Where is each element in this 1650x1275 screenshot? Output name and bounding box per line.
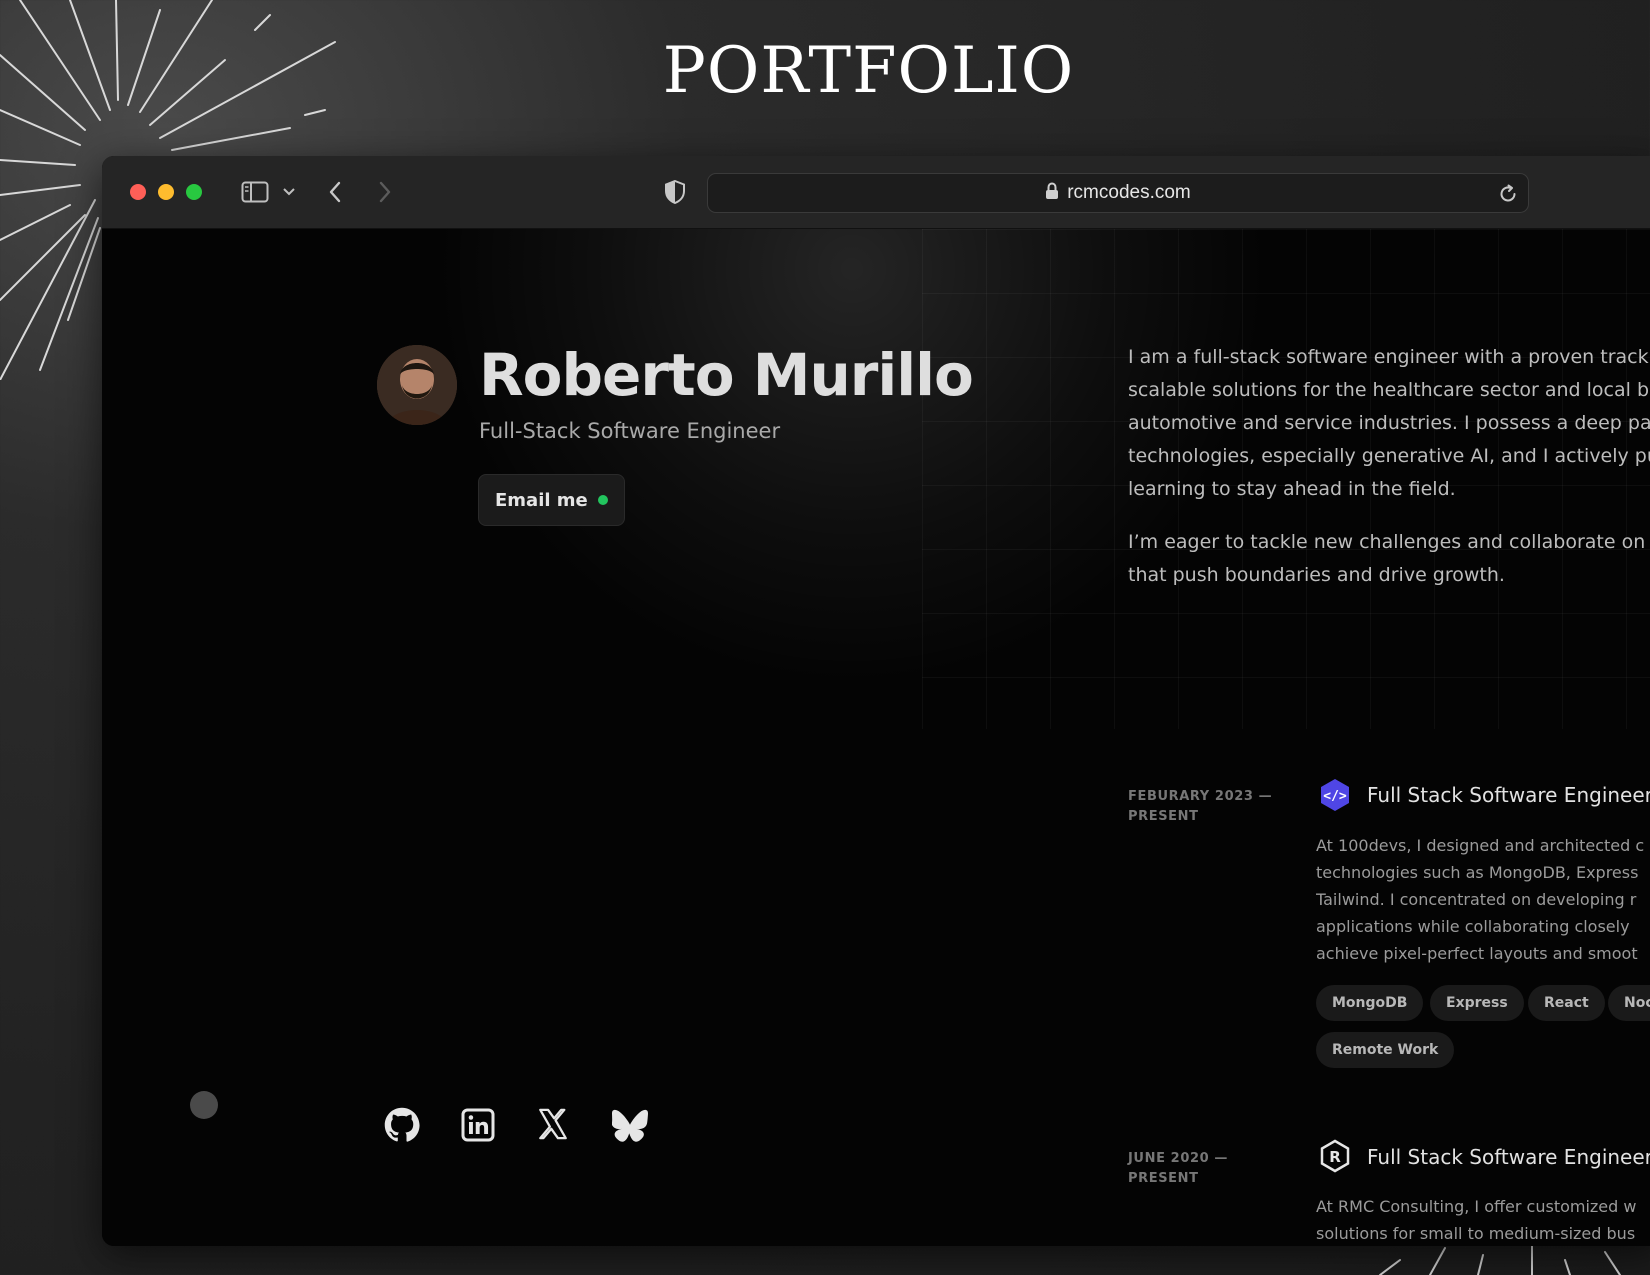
experience-date-end: PRESENT [1128, 1171, 1199, 1186]
r-hexagon-icon: R [1318, 1139, 1352, 1173]
experience-date: FEBURARY 2023 — PRESENT [1128, 787, 1272, 827]
profile-role: Full-Stack Software Engineer [479, 419, 781, 443]
avatar [377, 345, 457, 425]
experience-title[interactable]: Full Stack Software Engineer [1367, 783, 1650, 807]
sidebar-icon[interactable] [240, 178, 270, 206]
reload-icon[interactable] [1496, 182, 1520, 206]
tech-tag: Express [1430, 985, 1524, 1021]
poster-title: PORTFOLIO [662, 34, 1075, 108]
about-section: I am a full-stack software engineer with… [1128, 341, 1650, 612]
about-line: that push boundaries and drive growth. [1128, 564, 1505, 586]
linkedin-icon[interactable] [460, 1107, 496, 1143]
experience-date: JUNE 2020 — PRESENT [1128, 1149, 1228, 1189]
description-line: achieve pixel-perfect layouts and smoot [1316, 944, 1638, 963]
about-line: I’m eager to tackle new challenges and c… [1128, 531, 1650, 553]
about-paragraph: I’m eager to tackle new challenges and c… [1128, 526, 1650, 592]
tech-tag: MongoDB [1316, 985, 1424, 1021]
tech-tag: Remote Work [1316, 1032, 1455, 1068]
page-content: Roberto Murillo Full-Stack Software Engi… [102, 229, 1650, 1246]
about-line: automotive and service industries. I pos… [1128, 412, 1650, 434]
email-me-button[interactable]: Email me [478, 474, 625, 526]
browser-window: rcmcodes.com Roberto Murillo Full-Stack … [102, 156, 1650, 1246]
tech-tag: Noc [1608, 985, 1650, 1021]
description-line: Tailwind. I concentrated on developing r [1316, 890, 1637, 909]
shield-icon[interactable] [662, 178, 688, 206]
chevron-down-icon[interactable] [280, 178, 298, 206]
description-line: At RMC Consulting, I offer customized w [1316, 1197, 1637, 1216]
back-arrow-icon[interactable] [324, 178, 346, 206]
experience-description: At 100devs, I designed and architected c… [1316, 832, 1650, 967]
address-bar[interactable]: rcmcodes.com [707, 173, 1529, 213]
forward-arrow-icon[interactable] [374, 178, 396, 206]
description-line: technologies such as MongoDB, Express [1316, 863, 1639, 882]
about-line: technologies, especially generative AI, … [1128, 445, 1650, 467]
minimize-window-button[interactable] [158, 184, 174, 200]
svg-text:R: R [1329, 1148, 1341, 1166]
code-icon: </> [1318, 778, 1352, 812]
email-me-label: Email me [495, 489, 588, 511]
experience-date-start: JUNE 2020 — [1128, 1151, 1228, 1166]
availability-status-dot [597, 495, 608, 505]
cursor-indicator [190, 1091, 218, 1119]
browser-toolbar: rcmcodes.com [102, 156, 1650, 229]
about-line: scalable solutions for the healthcare se… [1128, 379, 1650, 401]
experience-date-end: PRESENT [1128, 809, 1199, 824]
url-text: rcmcodes.com [1067, 182, 1191, 203]
x-icon[interactable] [536, 1107, 572, 1143]
svg-text:</>: </> [1323, 789, 1347, 804]
description-line: At 100devs, I designed and architected c [1316, 836, 1645, 855]
tech-tag: React [1528, 985, 1605, 1021]
about-paragraph: I am a full-stack software engineer with… [1128, 341, 1650, 506]
about-line: learning to stay ahead in the field. [1128, 478, 1456, 500]
description-line: solutions for small to medium-sized bus [1316, 1224, 1636, 1243]
experience-date-start: FEBURARY 2023 — [1128, 789, 1273, 804]
github-icon[interactable] [384, 1107, 420, 1143]
maximize-window-button[interactable] [186, 184, 202, 200]
experience-title[interactable]: Full Stack Software Engineer [1367, 1145, 1650, 1169]
lock-icon [1045, 181, 1059, 205]
description-line: applications while collaborating closely [1316, 917, 1630, 936]
bluesky-icon[interactable] [611, 1107, 648, 1143]
about-line: I am a full-stack software engineer with… [1128, 346, 1649, 368]
profile-name: Roberto Murillo [479, 341, 974, 409]
experience-description: At RMC Consulting, I offer customized w … [1316, 1193, 1650, 1246]
close-window-button[interactable] [130, 184, 146, 200]
